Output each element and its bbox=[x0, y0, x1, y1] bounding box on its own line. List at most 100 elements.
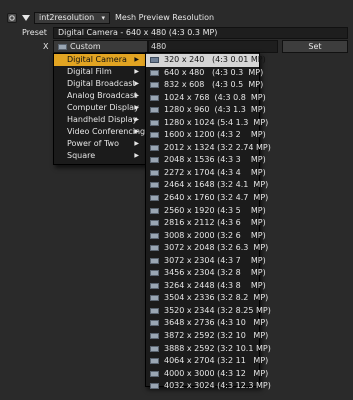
menu-item-power-of-two[interactable]: Power of Two ▶ bbox=[54, 138, 145, 150]
chevron-right-icon: ▶ bbox=[134, 116, 139, 123]
submenu-item-label: 4000 x 3000 (4:3 12 MP) bbox=[164, 368, 269, 378]
submenu-item[interactable]: 3504 x 2336 (3:2 8.2 MP) bbox=[146, 292, 268, 305]
submenu-item-label: 1280 x 1024 (5:4 1.3 MP) bbox=[164, 117, 269, 127]
submenu-item[interactable]: 2272 x 1704 (4:3 4 MP) bbox=[146, 167, 266, 180]
submenu-item-label: 3456 x 2304 (3:2 8 MP) bbox=[164, 268, 266, 278]
submenu-item[interactable]: 2464 x 1648 (3:2 4.1 MP) bbox=[146, 179, 268, 192]
submenu-item[interactable]: 4000 x 3000 (4:3 12 MP) bbox=[146, 368, 268, 381]
submenu-item[interactable]: 1280 x 960 (4:3 1.3 MP) bbox=[146, 104, 266, 117]
submenu-item-label: 3072 x 2304 (4:3 7 MP) bbox=[164, 255, 266, 265]
submenu-item[interactable]: 2048 x 1536 (4:3 3 MP) bbox=[146, 154, 266, 167]
gear-icon-button[interactable] bbox=[7, 13, 17, 23]
submenu-item[interactable]: 4064 x 2704 (3:2 11 MP) bbox=[146, 355, 268, 368]
submenu-item[interactable]: 1280 x 1024 (5:4 1.3 MP) bbox=[146, 117, 268, 130]
submenu-item-label: 3264 x 2448 (4:3 8 MP) bbox=[164, 280, 266, 290]
resolution-icon bbox=[150, 69, 159, 76]
submenu-item-label: 2012 x 1324 (3:2 2.74 MP) bbox=[164, 142, 271, 152]
x-label: X bbox=[43, 42, 49, 51]
submenu-item[interactable]: 3888 x 2592 (3:2 10.1 MP) bbox=[146, 343, 271, 356]
preset-field[interactable]: Digital Camera - 640 x 480 (4:3 0.3 MP) bbox=[53, 27, 348, 39]
menu-item-square[interactable]: Square ▶ bbox=[54, 150, 145, 162]
menu-item-label: Power of Two bbox=[67, 139, 119, 148]
set-button[interactable]: Set bbox=[282, 40, 348, 53]
submenu-item-label: 4064 x 2704 (3:2 11 MP) bbox=[164, 356, 269, 366]
resolution-dropdown-value: Custom bbox=[70, 42, 101, 51]
resolution-icon bbox=[150, 282, 159, 289]
preset-category-menu: Digital Camera ▶ Digital Film ▶ Digital Broa… bbox=[53, 53, 146, 165]
resolution-icon bbox=[150, 370, 159, 377]
submenu-item[interactable]: 3264 x 2448 (4:3 8 MP) bbox=[146, 280, 266, 293]
resolution-dropdown[interactable]: Custom bbox=[53, 40, 148, 53]
submenu-item[interactable]: 3520 x 2344 (3:2 8.25 MP) bbox=[146, 305, 271, 318]
menu-item-computer-display[interactable]: Computer Display ▶ bbox=[54, 102, 145, 114]
resolution-icon bbox=[150, 307, 159, 314]
resolution-icon bbox=[150, 144, 159, 151]
set-button-label: Set bbox=[308, 42, 322, 51]
resolution-icon bbox=[150, 232, 159, 239]
resolution-icon bbox=[150, 119, 159, 126]
menu-item-digital-broadcast[interactable]: Digital Broadcast ▶ bbox=[54, 78, 145, 90]
menu-item-digital-camera[interactable]: Digital Camera ▶ bbox=[54, 54, 145, 66]
submenu-item[interactable]: 4032 x 3024 (4:3 12.3 MP) bbox=[146, 380, 271, 393]
menu-item-video-conferencing[interactable]: Video Conferencing ▶ bbox=[54, 126, 145, 138]
gear-icon bbox=[9, 15, 15, 21]
chevron-right-icon: ▶ bbox=[134, 152, 139, 159]
menu-item-handheld-display[interactable]: Handheld Display ▶ bbox=[54, 114, 145, 126]
submenu-item[interactable]: 320 x 240 (4:3 0.01 MP) bbox=[146, 54, 266, 67]
resolution-icon bbox=[150, 207, 159, 214]
submenu-item-label: 832 x 608 (4:3 0.5 MP) bbox=[164, 80, 264, 90]
resolution-icon bbox=[150, 94, 159, 101]
submenu-item-label: 640 x 480 (4:3 0.3 MP) bbox=[164, 67, 264, 77]
menu-item-analog-broadcast[interactable]: Analog Broadcast ▶ bbox=[54, 90, 145, 102]
submenu-item-label: 3504 x 2336 (3:2 8.2 MP) bbox=[164, 293, 269, 303]
resolution-icon bbox=[150, 358, 159, 365]
submenu-item[interactable]: 832 x 608 (4:3 0.5 MP) bbox=[146, 79, 263, 92]
chevron-right-icon: ▶ bbox=[134, 104, 139, 111]
submenu-item[interactable]: 2816 x 2112 (4:3 6 MP) bbox=[146, 217, 266, 230]
submenu-item-label: 2560 x 1920 (4:3 5 MP) bbox=[164, 205, 266, 215]
resolution-icon bbox=[150, 295, 159, 302]
submenu-item-label: 2272 x 1704 (4:3 4 MP) bbox=[164, 167, 266, 177]
x-value: 480 bbox=[151, 42, 167, 51]
chevron-right-icon: ▶ bbox=[134, 92, 139, 99]
submenu-item-label: 1600 x 1200 (4:3 2 MP) bbox=[164, 130, 266, 140]
resolution-icon bbox=[150, 333, 159, 340]
node-type-label: int2resolution bbox=[39, 13, 95, 22]
submenu-item-label: 2464 x 1648 (3:2 4.1 MP) bbox=[164, 180, 269, 190]
collapse-triangle-icon[interactable] bbox=[21, 13, 31, 23]
submenu-item[interactable]: 3072 x 2304 (4:3 7 MP) bbox=[146, 255, 266, 268]
chevron-right-icon: ▶ bbox=[134, 128, 139, 135]
chevron-right-icon: ▶ bbox=[134, 80, 139, 87]
resolution-icon bbox=[150, 169, 159, 176]
submenu-item[interactable]: 3072 x 2048 (3:2 6.3 MP) bbox=[146, 242, 268, 255]
digital-camera-submenu: 320 x 240 (4:3 0.01 MP) 640 x 480 (4:3 0.… bbox=[145, 52, 271, 390]
chevron-right-icon: ▶ bbox=[134, 68, 139, 75]
chevron-down-icon: ▾ bbox=[101, 14, 105, 22]
submenu-item[interactable]: 2560 x 1920 (4:3 5 MP) bbox=[146, 205, 266, 218]
menu-item-digital-film[interactable]: Digital Film ▶ bbox=[54, 66, 145, 78]
resolution-icon bbox=[150, 82, 159, 89]
submenu-item[interactable]: 2012 x 1324 (3:2 2.74 MP) bbox=[146, 142, 271, 155]
resolution-icon bbox=[150, 245, 159, 252]
menu-item-label: Analog Broadcast bbox=[67, 91, 138, 100]
node-type-dropdown[interactable]: int2resolution ▾ bbox=[34, 12, 110, 24]
submenu-item[interactable]: 3008 x 2000 (3:2 6 MP) bbox=[146, 230, 266, 243]
submenu-item[interactable]: 3648 x 2736 (4:3 10 MP) bbox=[146, 317, 268, 330]
resolution-icon bbox=[150, 270, 159, 277]
submenu-item-label: 3648 x 2736 (4:3 10 MP) bbox=[164, 318, 269, 328]
submenu-item[interactable]: 1024 x 768 (4:3 0.8 MP) bbox=[146, 92, 266, 105]
submenu-item-label: 3872 x 2592 (3:2 10 MP) bbox=[164, 331, 269, 341]
menu-item-label: Digital Film bbox=[67, 67, 112, 76]
chevron-right-icon: ▶ bbox=[134, 56, 139, 63]
preset-value: Digital Camera - 640 x 480 (4:3 0.3 MP) bbox=[58, 28, 218, 37]
submenu-item[interactable]: 1600 x 1200 (4:3 2 MP) bbox=[146, 129, 266, 142]
submenu-item[interactable]: 640 x 480 (4:3 0.3 MP) bbox=[146, 67, 263, 80]
node-title: Mesh Preview Resolution bbox=[115, 13, 215, 22]
submenu-item[interactable]: 2640 x 1760 (3:2 4.7 MP) bbox=[146, 192, 268, 205]
submenu-item-label: 2048 x 1536 (4:3 3 MP) bbox=[164, 155, 266, 165]
submenu-item[interactable]: 3456 x 2304 (3:2 8 MP) bbox=[146, 267, 266, 280]
resolution-icon bbox=[150, 257, 159, 264]
submenu-item[interactable]: 3872 x 2592 (3:2 10 MP) bbox=[146, 330, 268, 343]
submenu-item-label: 1280 x 960 (4:3 1.3 MP) bbox=[164, 105, 266, 115]
submenu-item-label: 1024 x 768 (4:3 0.8 MP) bbox=[164, 92, 266, 102]
